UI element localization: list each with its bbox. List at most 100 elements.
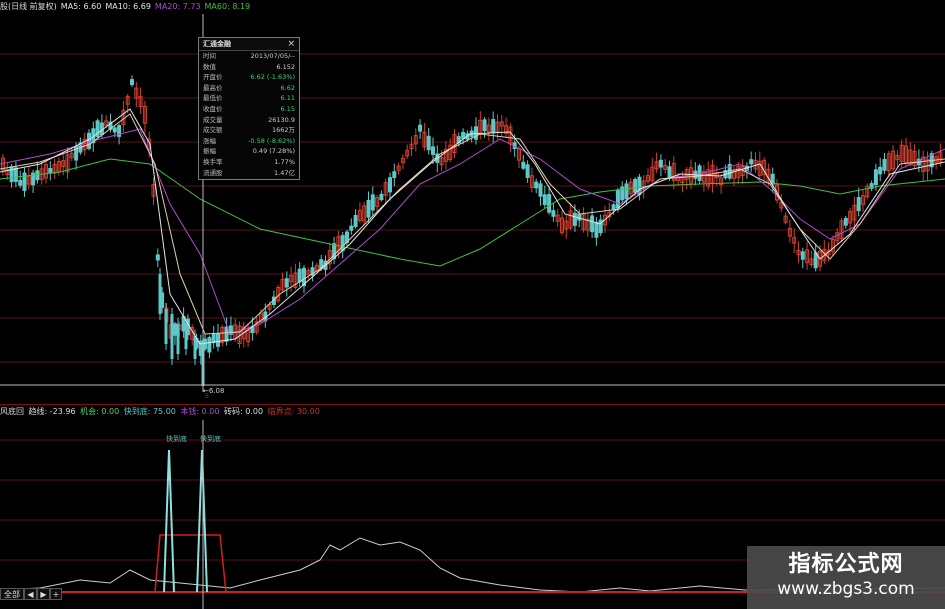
candle	[216, 333, 220, 347]
legend-ma60: MA60: 8.19	[204, 2, 251, 11]
candle	[482, 119, 487, 132]
candle	[418, 124, 423, 132]
candle	[658, 159, 663, 168]
candle	[176, 324, 180, 354]
candle	[749, 159, 754, 165]
candle	[392, 171, 397, 179]
close-icon[interactable]: ×	[287, 38, 295, 50]
data-window-key: 最低价	[203, 94, 223, 103]
candle	[207, 337, 212, 353]
candle	[155, 254, 160, 261]
data-window-key: 成交量	[203, 115, 223, 124]
candle	[173, 323, 177, 336]
data-window-value: 6.62	[280, 83, 295, 92]
candle	[615, 190, 620, 209]
candle	[856, 197, 861, 212]
candle	[426, 135, 431, 151]
candle	[547, 194, 552, 213]
candle	[577, 213, 582, 221]
candle	[164, 309, 168, 344]
ma20-line	[0, 128, 945, 335]
data-window-value: 6.152	[276, 62, 295, 71]
legend-ma5: MA5: 6.60	[60, 2, 102, 11]
candle	[538, 183, 543, 197]
data-window-row: 流通股 1.47亿	[199, 168, 299, 179]
data-window-key: 最高价	[203, 83, 223, 92]
candle	[211, 333, 216, 344]
candle	[878, 166, 883, 175]
data-window-value: -0.58 (-8.62%)	[248, 136, 295, 145]
data-window-key: 成交额	[203, 126, 223, 135]
data-window-row: 换手率 1.77%	[199, 157, 299, 168]
candle	[525, 164, 530, 178]
data-window-row: 时间 2013/07/05/--	[199, 51, 299, 62]
peak-label: 快到底	[166, 435, 187, 443]
candle	[112, 127, 117, 133]
candle	[873, 169, 878, 186]
data-window-value: 1.47亿	[274, 168, 295, 177]
data-window-key: 涨幅	[203, 136, 216, 145]
data-window-key: 收盘价	[203, 104, 223, 113]
signal-spike-1	[163, 449, 175, 593]
candle	[224, 326, 229, 342]
candle	[340, 235, 345, 251]
candle	[572, 212, 577, 226]
candle	[461, 131, 466, 139]
candle	[35, 170, 40, 181]
chart-title: 股(日线 前复权)	[0, 2, 57, 11]
data-window-value: 1662万	[271, 126, 295, 135]
data-window-key: 换手率	[203, 157, 223, 166]
candle	[534, 181, 539, 189]
data-window: 汇通金融 × 时间 2013/07/05/-- 数值 6.152 开盘价 6.62 (-1…	[198, 37, 300, 180]
candle	[193, 336, 197, 359]
candle	[542, 194, 547, 206]
watermark-title: 指标公式网	[788, 552, 904, 577]
data-window-value: 0.49 (7.28%)	[252, 147, 295, 156]
indicator-legend-sub: 风底回 趋线: -23.96 机会: 0.00 快到底: 75.00 本钱: 0…	[0, 405, 322, 419]
scroll-right-button[interactable]: ▶	[37, 588, 50, 600]
data-window-title: 汇通金融	[199, 38, 299, 51]
data-window-key: 时间	[203, 52, 216, 60]
candlestick-chart[interactable]	[0, 14, 945, 404]
indicator-legend-main: 股(日线 前复权) MA5: 6.60 MA10: 6.69 MA20: 7.73 MA…	[0, 0, 254, 14]
data-window-value: 6.15	[280, 104, 295, 113]
candle	[13, 167, 18, 182]
data-window-value: 2013/07/05/--	[250, 52, 295, 60]
candle	[843, 217, 848, 226]
indicator-chance: 机会: 0.00	[80, 407, 120, 416]
data-window-row: 成交额 1662万	[199, 125, 299, 136]
candle	[366, 199, 371, 218]
legend-ma10: MA10: 6.69	[105, 2, 151, 11]
chart-scroll-controls[interactable]: 全部 ◀ ▶ +	[0, 588, 62, 600]
data-window-key: 振幅	[203, 147, 216, 156]
candle	[611, 204, 616, 210]
candle	[882, 158, 887, 171]
data-window-key: 数值	[203, 62, 216, 71]
all-button[interactable]: 全部	[0, 588, 24, 600]
data-window-row: 振幅 0.49 (7.28%)	[199, 146, 299, 157]
candle	[353, 215, 358, 227]
ma10-line	[0, 113, 945, 335]
candle	[594, 221, 599, 238]
candle	[130, 79, 134, 86]
candle	[18, 179, 23, 186]
indicator-near-bottom: 快到底: 75.00	[123, 407, 176, 416]
data-window-value: 1.77%	[274, 157, 295, 166]
candle	[491, 119, 496, 134]
cursor-marker: 5	[205, 393, 209, 400]
zoom-in-button[interactable]: +	[50, 588, 62, 600]
candle	[800, 251, 805, 260]
data-window-key: 流通股	[203, 168, 223, 177]
candle	[87, 132, 91, 149]
scroll-left-button[interactable]: ◀	[24, 588, 37, 600]
candle	[474, 126, 478, 140]
data-window-key: 开盘价	[203, 73, 223, 82]
data-window-value: 6.11	[280, 94, 295, 103]
indicator-critical: 临界点: 30.00	[267, 407, 320, 416]
indicator-cost: 本钱: 0.00	[180, 407, 220, 416]
candle	[521, 161, 526, 169]
peak-label: 快到底	[200, 435, 221, 443]
data-window-row: 最高价 6.62	[199, 83, 299, 94]
candle	[48, 167, 53, 174]
legend-ma20: MA20: 7.73	[154, 2, 201, 11]
